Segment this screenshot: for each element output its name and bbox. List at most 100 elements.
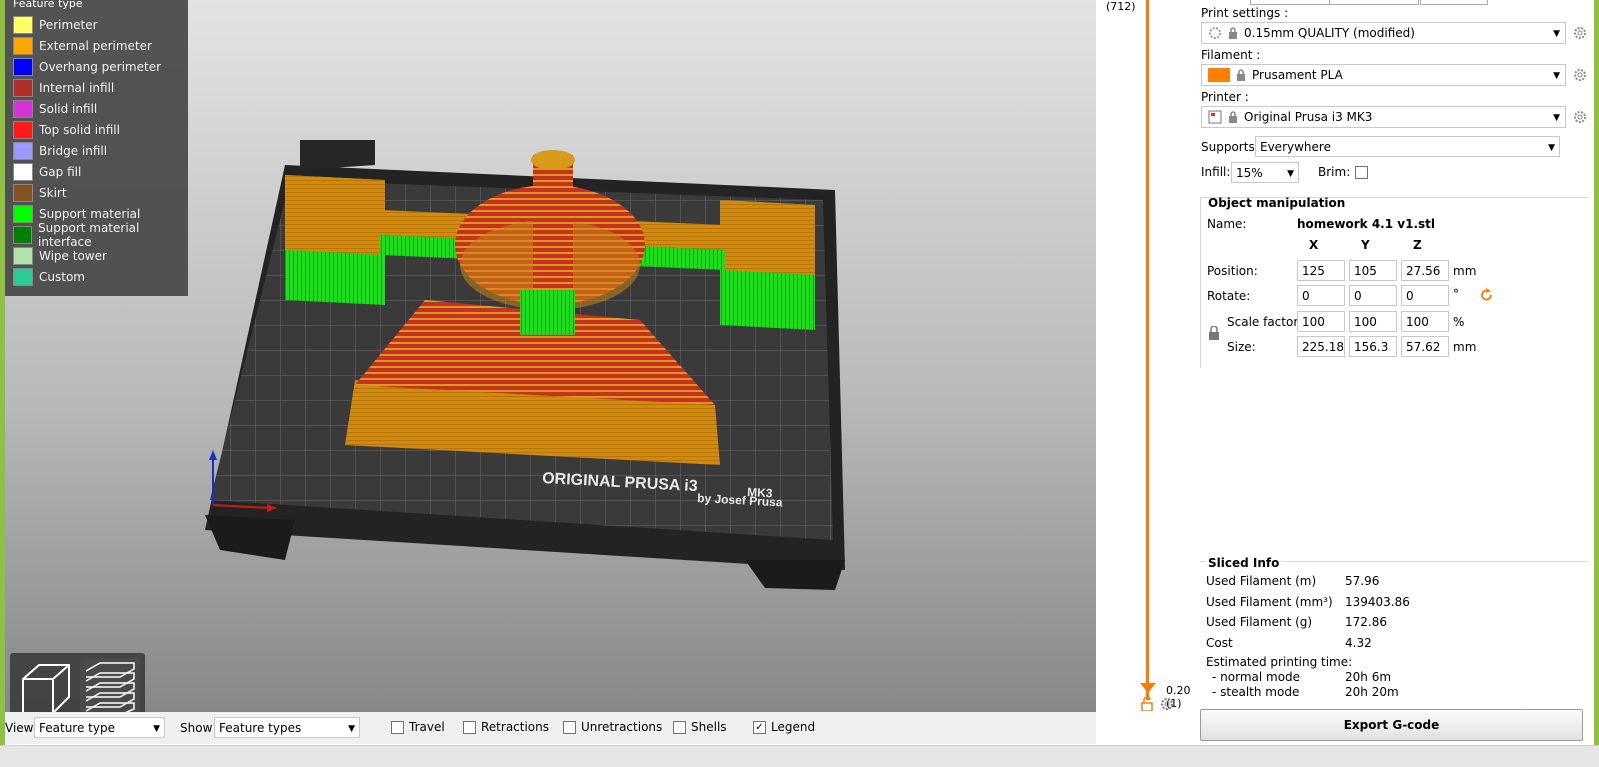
slider-bottom-value: 0.20 bbox=[1166, 684, 1191, 697]
filament-color-swatch bbox=[1208, 68, 1230, 82]
filament-combo[interactable]: Prusament PLA ▼ bbox=[1201, 64, 1566, 86]
legend-item: Gap fill bbox=[5, 161, 188, 182]
size-unit: mm bbox=[1453, 340, 1477, 354]
feature-type-legend: Feature type Perimeter External perimeter… bbox=[5, 0, 188, 296]
axis-y-label: Y bbox=[1361, 238, 1370, 252]
retractions-label: Retractions bbox=[481, 720, 550, 734]
tab-stub-2[interactable] bbox=[1329, 0, 1419, 5]
printer-combo[interactable]: Original Prusa i3 MK3 ▼ bbox=[1201, 106, 1566, 128]
unlock-icon[interactable] bbox=[1141, 697, 1153, 711]
reset-rotation-icon[interactable] bbox=[1480, 288, 1494, 302]
size-y-field[interactable]: 156.3 bbox=[1349, 336, 1397, 357]
sliced-info-value: 172.86 bbox=[1345, 615, 1387, 629]
object-manipulation-group: Object manipulation Name: homework 4.1 v… bbox=[1200, 196, 1589, 368]
scale-z-field[interactable]: 100 bbox=[1401, 311, 1449, 332]
unretractions-checkbox[interactable] bbox=[563, 721, 576, 734]
3d-view-button[interactable] bbox=[15, 658, 76, 720]
legend-checkbox[interactable]: ✓ bbox=[753, 721, 766, 734]
sliced-info-value: 139403.86 bbox=[1345, 594, 1410, 609]
legend-item: Custom bbox=[5, 266, 188, 287]
lock-icon bbox=[1229, 27, 1237, 39]
position-x-field[interactable]: 125 bbox=[1297, 260, 1345, 281]
legend-item: Overhang perimeter bbox=[5, 56, 188, 77]
scale-x-field[interactable]: 100 bbox=[1297, 311, 1345, 332]
slider-top-label: (712) bbox=[1106, 0, 1136, 13]
filament-label: Filament : bbox=[1201, 48, 1261, 62]
sliced-info-label: Used Filament (mm³) bbox=[1206, 594, 1333, 609]
tab-stub-3[interactable] bbox=[1420, 0, 1488, 5]
supports-select[interactable]: Everywhere ▼ bbox=[1255, 136, 1560, 157]
layer-slider[interactable]: (712) 0.20 (1) bbox=[1096, 0, 1196, 725]
filament-gear-icon[interactable] bbox=[1573, 68, 1587, 82]
name-label: Name: bbox=[1207, 217, 1247, 231]
estimated-time-label: Estimated printing time: bbox=[1206, 655, 1353, 669]
rotate-y-field[interactable]: 0 bbox=[1349, 285, 1397, 306]
printer-icon bbox=[1208, 110, 1222, 124]
slider-lower-thumb[interactable] bbox=[1140, 683, 1156, 693]
unretractions-label: Unretractions bbox=[581, 720, 663, 734]
view-select[interactable]: Feature type ▼ bbox=[34, 717, 165, 738]
position-y-field[interactable]: 105 bbox=[1349, 260, 1397, 281]
legend-item: Solid infill bbox=[5, 98, 188, 119]
infill-label: Infill: bbox=[1201, 165, 1231, 179]
preview-toolbar: View Feature type ▼ Show Feature types ▼… bbox=[5, 712, 1096, 744]
rotate-z-field[interactable]: 0 bbox=[1401, 285, 1449, 306]
export-gcode-button[interactable]: Export G-code bbox=[1200, 709, 1583, 741]
legend-item-label: Custom bbox=[39, 269, 85, 284]
legend-item: Bridge infill bbox=[5, 140, 188, 161]
legend-color-swatch bbox=[13, 57, 33, 76]
travel-label: Travel bbox=[409, 720, 445, 734]
travel-checkbox[interactable] bbox=[391, 721, 404, 734]
slider-gear-icon[interactable] bbox=[1160, 697, 1174, 711]
retractions-checkbox[interactable] bbox=[463, 721, 476, 734]
view-label: View bbox=[5, 721, 34, 735]
chevron-down-icon: ▼ bbox=[1553, 71, 1560, 81]
print-settings-combo[interactable]: 0.15mm QUALITY (modified) ▼ bbox=[1201, 22, 1566, 44]
infill-select[interactable]: 15% ▼ bbox=[1231, 162, 1299, 183]
legend-item-label: Skirt bbox=[39, 185, 67, 200]
rotate-x-field[interactable]: 0 bbox=[1297, 285, 1345, 306]
3d-preview-viewport[interactable]: ORIGINAL PRUSA i3 MK3 by Josef Prusa Fea… bbox=[5, 0, 1096, 725]
chevron-down-icon: ▼ bbox=[348, 724, 355, 734]
legend-item-label: Solid infill bbox=[39, 101, 98, 116]
brim-checkbox[interactable] bbox=[1355, 166, 1368, 179]
layers-icon bbox=[85, 662, 135, 716]
printer-gear-icon[interactable] bbox=[1573, 110, 1587, 124]
slider-track[interactable] bbox=[1146, 0, 1149, 700]
sliced-info-label: Used Filament (g) bbox=[1206, 615, 1313, 629]
preview-button[interactable] bbox=[79, 658, 140, 720]
legend-item-label: Top solid infill bbox=[39, 122, 120, 137]
legend-color-swatch bbox=[13, 78, 33, 97]
sliced-info-label: Cost bbox=[1206, 635, 1233, 650]
legend-title: Feature type bbox=[13, 0, 83, 10]
legend-item-label: Perimeter bbox=[39, 17, 98, 32]
legend-color-swatch bbox=[13, 36, 33, 55]
brim-label: Brim: bbox=[1318, 165, 1351, 179]
legend-item-label: Wipe tower bbox=[39, 248, 107, 263]
position-z-field[interactable]: 27.56 bbox=[1401, 260, 1449, 281]
window-frame-right bbox=[1594, 0, 1599, 766]
print-settings-gear-icon[interactable] bbox=[1573, 26, 1587, 40]
tab-stub-1[interactable] bbox=[1250, 0, 1330, 5]
legend-color-swatch bbox=[13, 225, 33, 244]
sliced-info-value: 57.96 bbox=[1345, 574, 1380, 588]
normal-mode-label: - normal mode bbox=[1212, 670, 1301, 684]
size-z-field[interactable]: 57.62 bbox=[1401, 336, 1449, 357]
legend-item-label: Overhang perimeter bbox=[39, 59, 162, 74]
show-select[interactable]: Feature types ▼ bbox=[214, 717, 360, 738]
object-manipulation-title: Object manipulation bbox=[1208, 196, 1346, 210]
scale-y-field[interactable]: 100 bbox=[1349, 311, 1397, 332]
legend-item: External perimeter bbox=[5, 35, 188, 56]
legend-color-swatch bbox=[13, 267, 33, 286]
legend-color-swatch bbox=[13, 183, 33, 202]
legend-item-label: Support material bbox=[39, 206, 141, 221]
chevron-down-icon: ▼ bbox=[153, 724, 160, 734]
shells-label: Shells bbox=[691, 720, 727, 734]
scale-lock-icon[interactable] bbox=[1208, 326, 1220, 340]
legend-color-swatch bbox=[13, 15, 33, 34]
legend-item: Internal infill bbox=[5, 77, 188, 98]
show-label: Show bbox=[180, 721, 213, 735]
bed-foot-right bbox=[745, 560, 845, 590]
size-x-field[interactable]: 225.18 bbox=[1297, 336, 1345, 357]
shells-checkbox[interactable] bbox=[673, 721, 686, 734]
